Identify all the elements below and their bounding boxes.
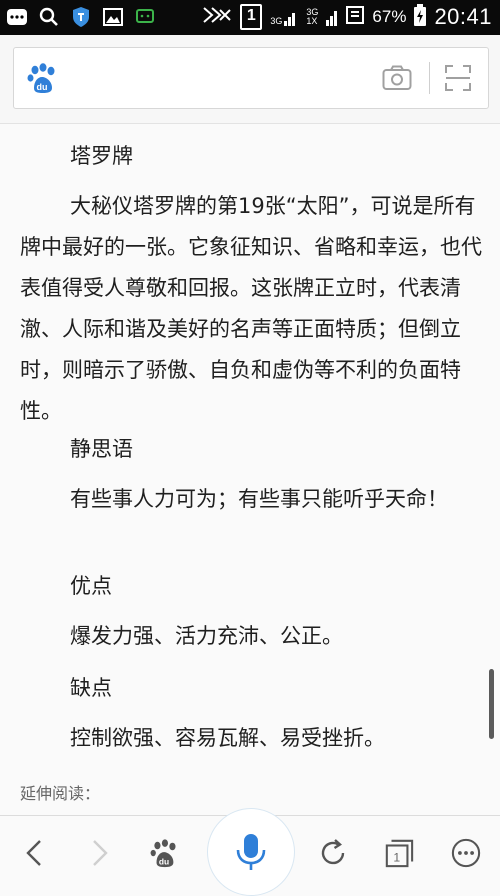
scrollbar[interactable] xyxy=(489,669,494,739)
heading-tarot: 塔罗牌 xyxy=(70,144,133,168)
back-icon[interactable] xyxy=(20,838,50,868)
heading-weaknesses: 缺点 xyxy=(70,676,112,700)
camera-icon[interactable] xyxy=(382,65,412,91)
voice-search-button[interactable] xyxy=(207,808,295,896)
more-menu-icon[interactable] xyxy=(451,838,481,868)
baidu-home-icon[interactable]: du xyxy=(149,838,179,868)
wechat-icon xyxy=(134,6,156,28)
heading-strengths: 优点 xyxy=(70,574,112,598)
shield-icon xyxy=(70,6,92,28)
paragraph-strengths: 爆发力强、活力充沛、公正。 xyxy=(70,624,343,648)
status-left-icons xyxy=(6,6,156,28)
status-time: 20:41 xyxy=(434,4,492,29)
battery-saver-icon xyxy=(346,5,365,29)
status-bar: 1 3G 3G 1X 67% 20:41 xyxy=(0,0,500,35)
search-icon xyxy=(38,6,60,28)
mail-icon xyxy=(6,6,28,28)
refresh-icon[interactable] xyxy=(318,838,348,868)
microphone-icon xyxy=(236,834,266,870)
paragraph-weaknesses: 控制欲强、容易瓦解、易受挫折。 xyxy=(70,726,385,750)
battery-percent: 67% xyxy=(372,7,407,26)
network-3g-label: 3G xyxy=(270,16,283,26)
signal-3g-a: 3G xyxy=(270,8,298,26)
search-divider xyxy=(429,62,430,94)
tabs-icon[interactable]: 1 xyxy=(384,838,414,868)
image-icon xyxy=(102,6,124,28)
baidu-paw-icon[interactable]: du xyxy=(26,62,58,94)
status-right-icons: 1 3G 3G 1X 67% 20:41 xyxy=(202,4,492,30)
signal-3g-b: 3G 1X xyxy=(306,8,318,26)
bottom-toolbar: du 1 xyxy=(0,808,500,896)
battery-charging-icon xyxy=(414,4,427,30)
sim-badge: 1 xyxy=(240,4,263,30)
silent-icon xyxy=(202,4,232,30)
svg-text:du: du xyxy=(37,82,48,92)
article-content: 塔罗牌 大秘仪塔罗牌的第19张“太阳”，可说是所有牌中最好的一张。它象征知识、省… xyxy=(0,124,500,814)
search-header: du xyxy=(0,35,500,124)
svg-text:du: du xyxy=(159,856,169,866)
extended-reading-label[interactable]: 延伸阅读： xyxy=(20,780,100,804)
paragraph-motto: 有些事人力可为；有些事只能听乎天命！ xyxy=(70,487,448,511)
network-1x-label: 1X xyxy=(306,16,318,26)
forward-icon[interactable] xyxy=(84,838,114,868)
scan-icon[interactable] xyxy=(444,64,472,92)
signal-bars-icon xyxy=(326,11,338,26)
tabs-count: 1 xyxy=(393,850,400,864)
search-box[interactable]: du xyxy=(13,47,489,109)
paragraph-tarot: 大秘仪塔罗牌的第19张“太阳”，可说是所有牌中最好的一张。它象征知识、省略和幸运… xyxy=(20,194,482,423)
heading-motto: 静思语 xyxy=(70,437,133,461)
